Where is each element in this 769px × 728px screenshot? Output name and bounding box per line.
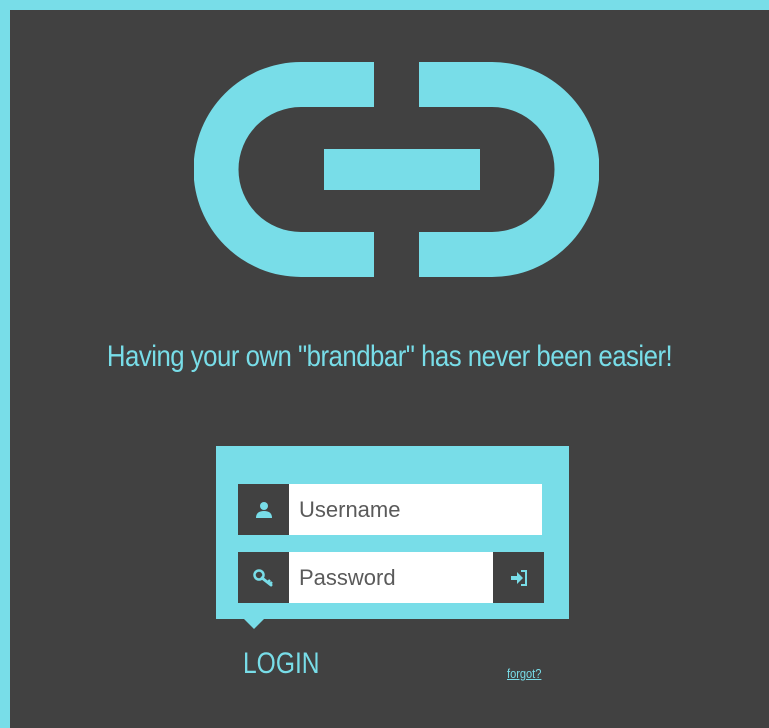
tagline: Having your own "brandbar" has never bee… [106, 340, 673, 373]
user-icon [238, 484, 289, 535]
password-input[interactable] [289, 552, 493, 603]
forgot-password-link[interactable]: forgot? [507, 666, 541, 681]
login-label: LOGIN [243, 647, 320, 680]
password-row [238, 552, 544, 603]
page-frame: Having your own "brandbar" has never bee… [10, 10, 769, 728]
username-input[interactable] [289, 484, 542, 535]
login-submit-button[interactable] [493, 552, 544, 603]
login-box-pointer [244, 619, 264, 629]
login-form [216, 446, 569, 619]
username-row [238, 484, 542, 535]
key-icon [238, 552, 289, 603]
brand-logo [194, 62, 599, 277]
logo-center-bar [324, 149, 480, 190]
sign-in-icon [510, 569, 527, 586]
